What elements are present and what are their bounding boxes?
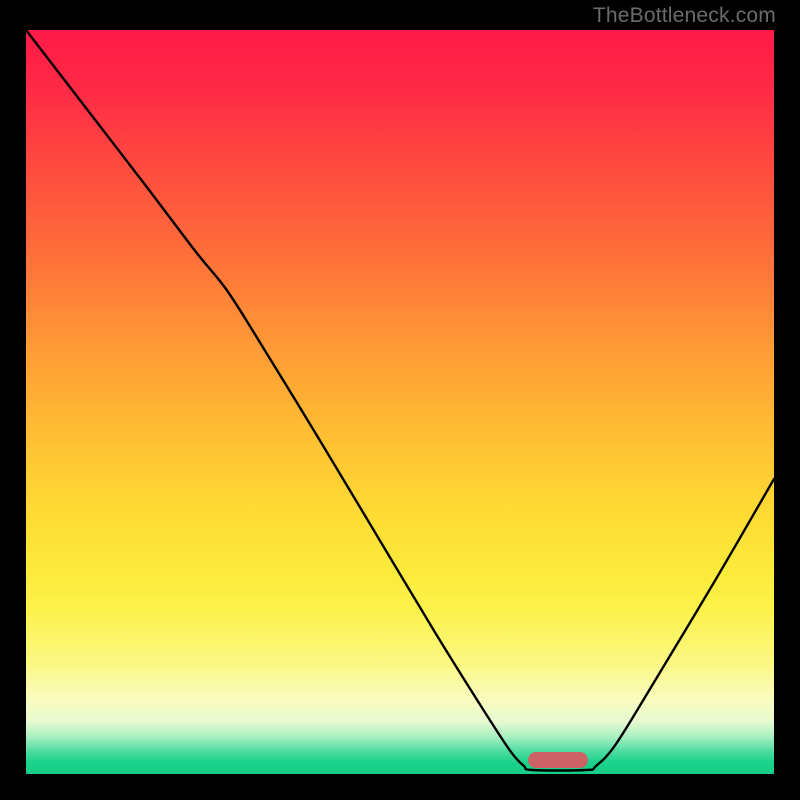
optimal-marker	[528, 752, 588, 768]
bottleneck-curve	[26, 30, 774, 774]
chart-frame: TheBottleneck.com	[0, 0, 800, 800]
plot-area	[26, 30, 774, 774]
watermark-text: TheBottleneck.com	[593, 4, 776, 28]
